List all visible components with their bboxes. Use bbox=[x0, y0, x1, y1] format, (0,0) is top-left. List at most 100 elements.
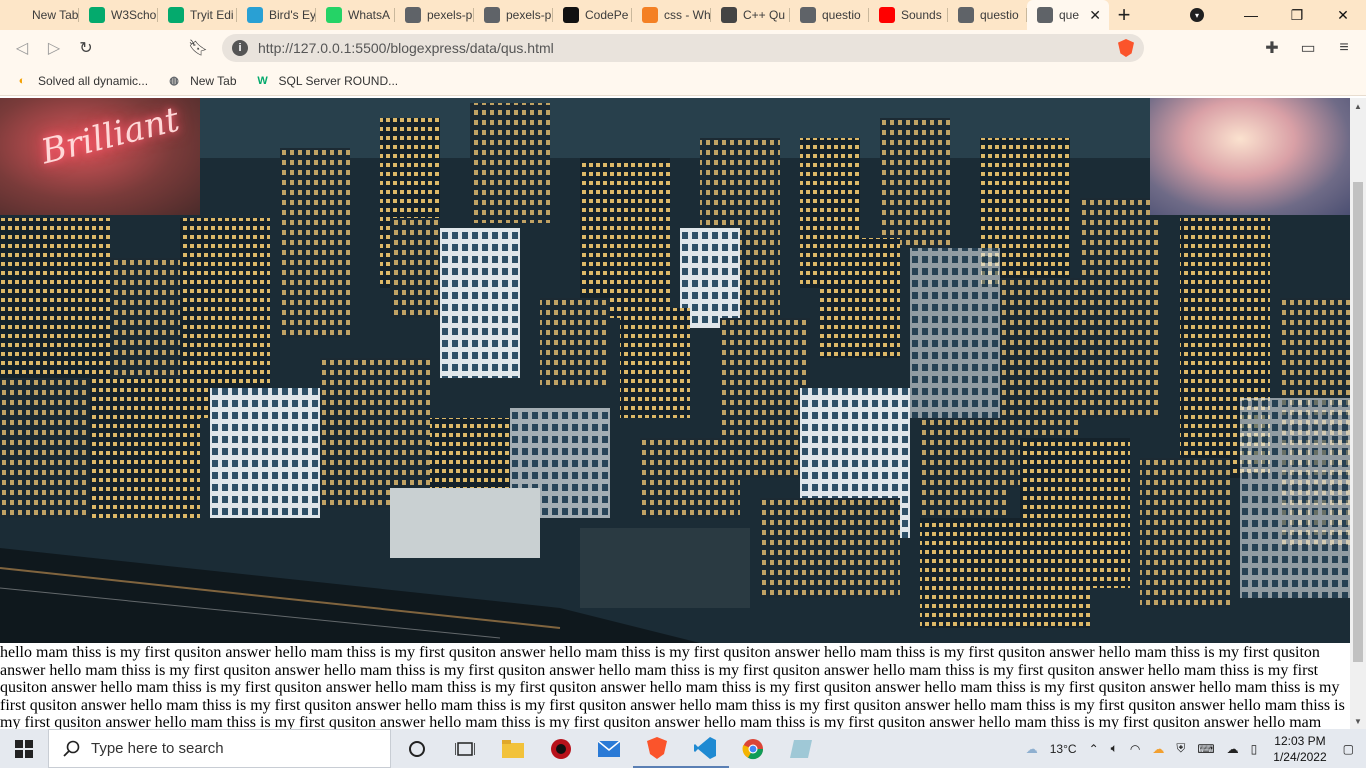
browser-tab[interactable]: CodePe bbox=[553, 0, 632, 30]
tab-label: Sounds bbox=[901, 8, 942, 22]
tab-label: WhatsA bbox=[348, 8, 391, 22]
browser-tab[interactable]: questio bbox=[790, 0, 869, 30]
battery-icon[interactable]: ▯ bbox=[1251, 742, 1258, 756]
taskbar-search-box[interactable]: Type here to search bbox=[48, 729, 391, 768]
city-skyline-illustration bbox=[0, 98, 1350, 643]
globe-icon bbox=[1037, 7, 1053, 23]
network-icon[interactable]: ◠ bbox=[1130, 742, 1140, 756]
security-icon[interactable]: ⛨ bbox=[1176, 741, 1185, 756]
bookmark-item[interactable]: ◐ Solved all dynamic... bbox=[14, 73, 148, 89]
chevron-up-icon[interactable]: ⌃ bbox=[1089, 742, 1099, 756]
browser-tab[interactable]: New Tab bbox=[0, 0, 79, 30]
minimize-button[interactable]: — bbox=[1228, 0, 1274, 30]
bookmark-label: Solved all dynamic... bbox=[38, 73, 149, 88]
bookmark-item[interactable]: W SQL Server ROUND... bbox=[255, 73, 399, 89]
url-text: http://127.0.0.1:5500/blogexpress/data/q… bbox=[258, 40, 554, 56]
bookmark-label: New Tab bbox=[190, 73, 237, 88]
app-icon[interactable] bbox=[537, 729, 585, 768]
mail-icon[interactable] bbox=[585, 729, 633, 768]
bookmarks-bar: ◐ Solved all dynamic... ◍ New Tab W SQL … bbox=[0, 66, 1366, 96]
tab-label: W3Scho bbox=[111, 8, 157, 22]
globe-icon bbox=[484, 7, 500, 23]
browser-tab[interactable]: WhatsA bbox=[316, 0, 395, 30]
tab-strip: New Tab W3Scho Tryit Edi Bird's Ey WhatsA pex… bbox=[0, 0, 1366, 30]
window-controls: ▾ — ❐ ✕ bbox=[1190, 0, 1366, 30]
w3schools-icon bbox=[89, 7, 105, 23]
tab-label: CodePe bbox=[585, 8, 629, 22]
weather-temperature[interactable]: 13°C bbox=[1050, 742, 1077, 756]
site-info-icon[interactable]: i bbox=[232, 40, 248, 56]
w3schools-icon: W bbox=[257, 74, 268, 87]
toolbar-actions: ✚ ▭ ≡ bbox=[1256, 30, 1366, 66]
browser-tab[interactable]: Tryit Edi bbox=[158, 0, 237, 30]
forward-button[interactable]: ▷ bbox=[38, 32, 70, 64]
whatsapp-icon bbox=[326, 7, 342, 23]
bookmark-icon[interactable]: 🔖︎ bbox=[182, 32, 214, 64]
notifications-icon[interactable]: ▢ bbox=[1343, 742, 1354, 756]
bookmark-logo-icon: ◐ bbox=[18, 74, 26, 87]
search-icon bbox=[63, 740, 80, 757]
browser-tab[interactable]: Sounds bbox=[869, 0, 948, 30]
toolbar: ◁ ▷ ↻ 🔖︎ i http://127.0.0.1:5500/blogexp… bbox=[0, 30, 1366, 66]
stackoverflow-icon bbox=[642, 7, 658, 23]
system-tray: ☁ 13°C ⌃ 🔈︎ ◠ ☁ ⛨ ⌨ ☁ ▯ 12:03 PM 1/24/20… bbox=[1020, 729, 1366, 768]
brave-shields-icon[interactable] bbox=[1118, 39, 1134, 57]
vertical-scrollbar[interactable]: ▲ ▼ bbox=[1350, 98, 1366, 729]
globe-icon: ◍ bbox=[169, 75, 179, 87]
diamond-icon bbox=[721, 7, 737, 23]
start-button[interactable] bbox=[0, 729, 48, 768]
youtube-icon bbox=[879, 7, 895, 23]
w3schools-icon bbox=[168, 7, 184, 23]
vscode-icon[interactable] bbox=[681, 729, 729, 768]
app-window-icon[interactable] bbox=[777, 729, 825, 768]
windows-taskbar: Type here to search ☁ 13°C ⌃ 🔈︎ ◠ ☁ ⛨ ⌨ … bbox=[0, 729, 1366, 768]
clock-date: 1/24/2022 bbox=[1273, 749, 1327, 764]
brave-browser-icon[interactable] bbox=[633, 729, 681, 768]
city-background-image: Brilliant bbox=[0, 98, 1350, 643]
file-explorer-icon[interactable] bbox=[489, 729, 537, 768]
bookmark-item[interactable]: ◍ New Tab bbox=[166, 73, 236, 89]
browser-tab[interactable]: W3Scho bbox=[79, 0, 158, 30]
menu-icon[interactable]: ≡ bbox=[1328, 32, 1360, 64]
clock[interactable]: 12:03 PM 1/24/2022 bbox=[1273, 733, 1326, 765]
bookmark-label: SQL Server ROUND... bbox=[278, 73, 399, 88]
cortana-icon[interactable] bbox=[393, 729, 441, 768]
ime-icon[interactable]: ⌨ bbox=[1197, 742, 1214, 756]
restore-button[interactable]: ❐ bbox=[1274, 0, 1320, 30]
browser-tab[interactable]: pexels-p bbox=[474, 0, 553, 30]
page-viewport: Brilliant hello mam thiss is my first qu… bbox=[0, 98, 1350, 729]
close-window-button[interactable]: ✕ bbox=[1320, 0, 1366, 30]
tab-label: pexels-p bbox=[427, 8, 473, 22]
onedrive-icon[interactable]: ☁ bbox=[1152, 742, 1164, 756]
neon-sign-image: Brilliant bbox=[0, 98, 200, 215]
browser-tab[interactable]: C++ Qu bbox=[711, 0, 790, 30]
cloud-icon[interactable]: ☁ bbox=[1227, 742, 1239, 756]
globe-icon bbox=[800, 7, 816, 23]
browser-tab[interactable]: css - Wh bbox=[632, 0, 711, 30]
globe-icon bbox=[405, 7, 421, 23]
task-view-icon[interactable] bbox=[441, 729, 489, 768]
wallet-icon[interactable]: ▭ bbox=[1292, 32, 1324, 64]
tab-label: pexels-p bbox=[506, 8, 552, 22]
weather-icon[interactable]: ☁ bbox=[1026, 742, 1038, 756]
browser-tab[interactable]: Bird's Ey bbox=[237, 0, 316, 30]
browser-tab[interactable]: que ✕ bbox=[1027, 0, 1109, 30]
address-bar[interactable]: i http://127.0.0.1:5500/blogexpress/data… bbox=[222, 34, 1144, 62]
reload-button[interactable]: ↻ bbox=[70, 32, 102, 64]
new-tab-button[interactable]: + bbox=[1109, 0, 1139, 30]
scroll-up-icon[interactable]: ▲ bbox=[1350, 98, 1366, 114]
back-button[interactable]: ◁ bbox=[6, 32, 38, 64]
tab-label: Bird's Ey bbox=[269, 8, 316, 22]
chrome-icon[interactable] bbox=[729, 729, 777, 768]
scrollbar-thumb[interactable] bbox=[1353, 182, 1363, 662]
extensions-icon[interactable]: ✚ bbox=[1256, 32, 1288, 64]
tab-label: C++ Qu bbox=[743, 8, 786, 22]
browser-tab[interactable]: questio bbox=[948, 0, 1027, 30]
browser-tab[interactable]: pexels-p bbox=[395, 0, 474, 30]
volume-icon[interactable]: 🔈︎ bbox=[1111, 741, 1118, 756]
windows-logo-icon bbox=[15, 739, 33, 758]
close-tab-icon[interactable]: ✕ bbox=[1089, 7, 1101, 24]
tab-search-icon[interactable]: ▾ bbox=[1190, 8, 1204, 22]
body-paragraph: hello mam thiss is my first qusiton answ… bbox=[0, 644, 1345, 729]
scroll-down-icon[interactable]: ▼ bbox=[1350, 713, 1366, 729]
